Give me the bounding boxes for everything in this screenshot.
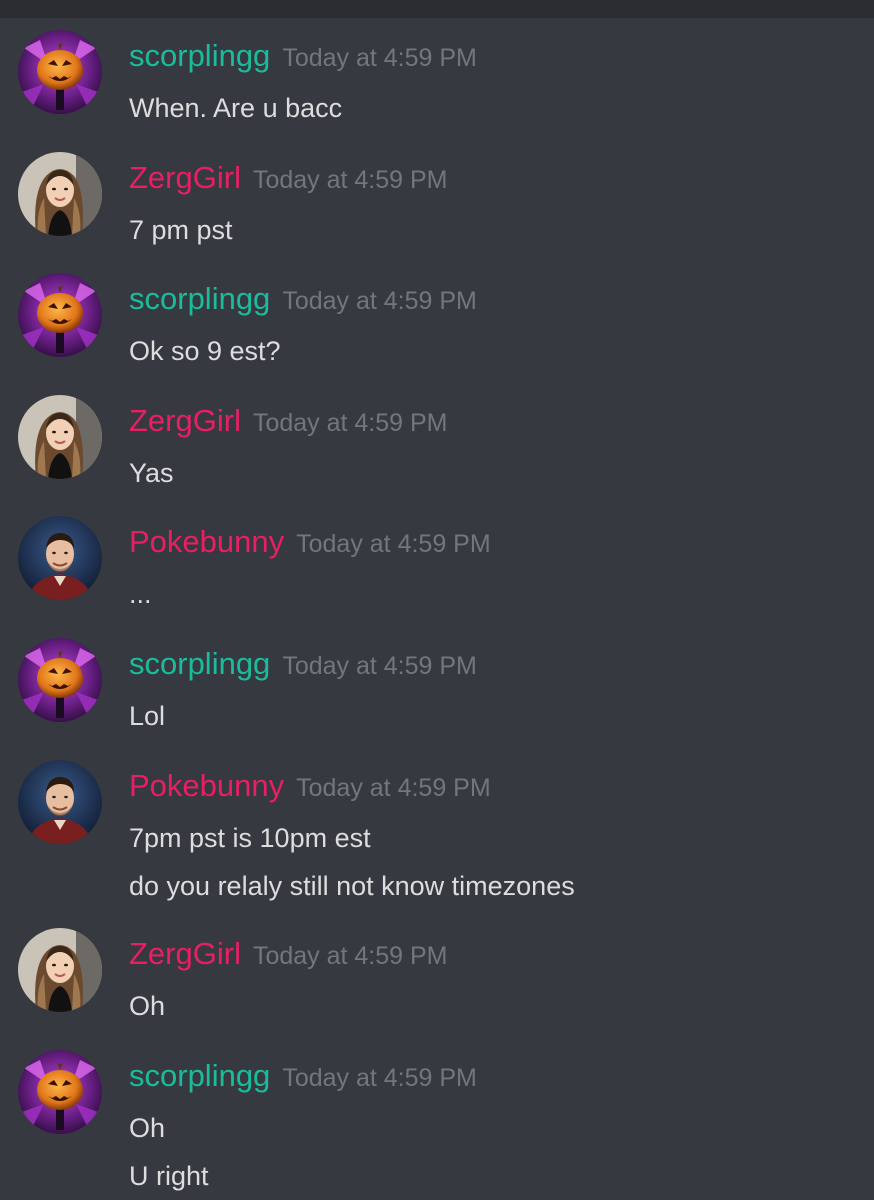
message-text: Oh — [129, 991, 166, 1021]
message-text: 7 pm pst — [129, 215, 233, 245]
user-avatar[interactable] — [18, 638, 102, 722]
timestamp: Today at 4:59 PM — [296, 530, 491, 558]
user-avatar[interactable] — [18, 1050, 102, 1134]
timestamp: Today at 4:59 PM — [252, 942, 448, 970]
message-header: scorplingg Today at 4:59 PM — [129, 644, 477, 690]
timestamp: Today at 4:59 PM — [282, 44, 477, 72]
message-text: 7pm pst is 10pm est — [129, 823, 371, 853]
username[interactable]: scorplingg — [129, 38, 270, 73]
message-text: When. Are u bacc — [129, 93, 343, 123]
message-header: scorplingg Today at 4:59 PM — [129, 279, 477, 325]
message-content: Yas — [129, 449, 174, 497]
message-content: 7pm pst is 10pm est do you relaly still n… — [129, 814, 575, 910]
message-content: Oh U right — [129, 1104, 209, 1200]
timestamp: Today at 4:59 PM — [252, 409, 448, 437]
message-text: Oh — [129, 1113, 166, 1143]
message-content: Lol — [129, 692, 165, 740]
user-avatar[interactable] — [18, 760, 102, 844]
username[interactable]: scorplingg — [129, 281, 270, 316]
message-text: Yas — [129, 458, 174, 488]
message-header: ZergGirl Today at 4:59 PM — [129, 158, 448, 204]
message-header: Pokebunny Today at 4:59 PM — [129, 766, 491, 812]
message-content: When. Are u bacc — [129, 84, 342, 132]
timestamp: Today at 4:59 PM — [282, 287, 477, 315]
message-text: ... — [129, 579, 152, 609]
message-text: U right — [129, 1161, 209, 1191]
message-content: 7 pm pst — [129, 206, 233, 254]
message-list[interactable]: scorplingg Today at 4:59 PM When. Are u ba… — [0, 18, 874, 1200]
username[interactable]: scorplingg — [129, 646, 270, 681]
message-text: do you relaly still not know timezones — [129, 871, 575, 901]
message-content: Ok so 9 est? — [129, 327, 281, 375]
username[interactable]: ZergGirl — [129, 936, 241, 971]
message-text: Lol — [129, 701, 166, 731]
user-avatar[interactable] — [18, 516, 102, 600]
user-avatar[interactable] — [18, 273, 102, 357]
timestamp: Today at 4:59 PM — [296, 774, 491, 802]
message-content: Oh — [129, 982, 165, 1030]
user-avatar[interactable] — [18, 395, 102, 479]
timestamp: Today at 4:59 PM — [282, 1064, 477, 1092]
username[interactable]: ZergGirl — [129, 160, 241, 195]
user-avatar[interactable] — [18, 30, 102, 114]
top-bar — [0, 0, 874, 18]
timestamp: Today at 4:59 PM — [252, 166, 448, 194]
message-header: ZergGirl Today at 4:59 PM — [129, 401, 448, 447]
message-text: Ok so 9 est? — [129, 336, 281, 366]
message-header: scorplingg Today at 4:59 PM — [129, 1056, 477, 1102]
username[interactable]: Pokebunny — [129, 768, 284, 803]
message-header: Pokebunny Today at 4:59 PM — [129, 522, 491, 568]
timestamp: Today at 4:59 PM — [282, 652, 477, 680]
user-avatar[interactable] — [18, 928, 102, 1012]
message-content: ... — [129, 570, 152, 618]
username[interactable]: ZergGirl — [129, 403, 241, 438]
message-header: scorplingg Today at 4:59 PM — [129, 36, 477, 82]
username[interactable]: Pokebunny — [129, 524, 284, 559]
username[interactable]: scorplingg — [129, 1058, 270, 1093]
user-avatar[interactable] — [18, 152, 102, 236]
message-header: ZergGirl Today at 4:59 PM — [129, 934, 448, 980]
